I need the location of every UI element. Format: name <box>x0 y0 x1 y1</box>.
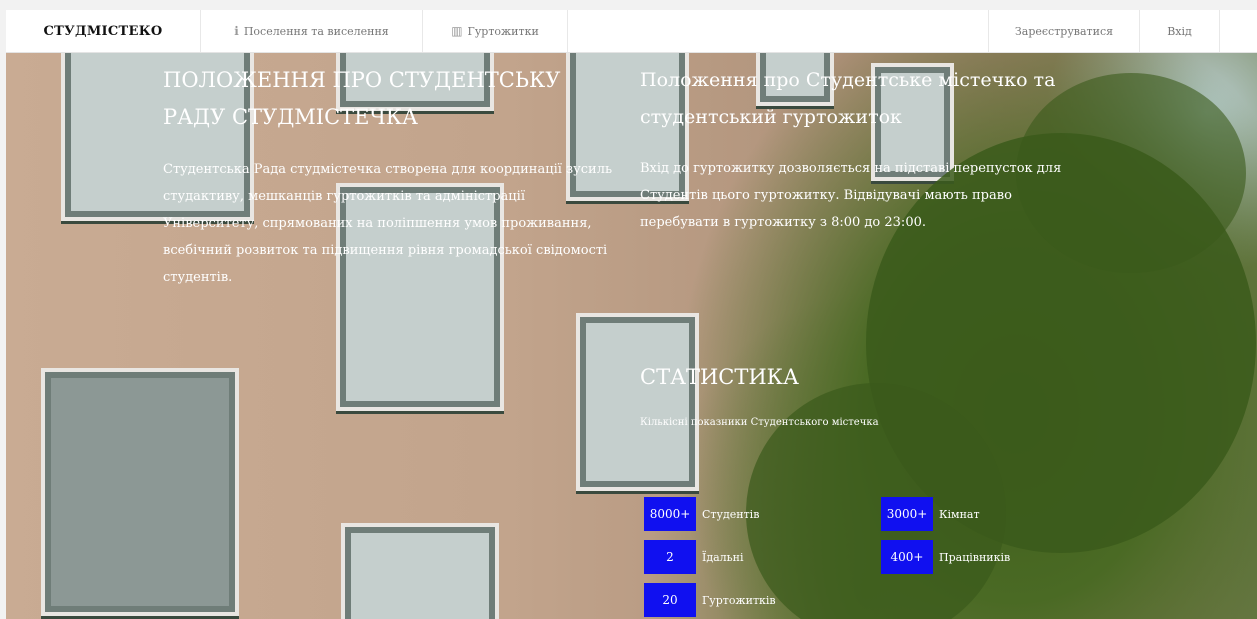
stat-staff-label: Працівників <box>939 550 1011 564</box>
login-link[interactable]: Вхід <box>1140 10 1220 52</box>
background-window <box>576 313 699 491</box>
stat-dormitories-value: 20 <box>644 583 696 617</box>
stat-staff-value: 400+ <box>881 540 933 574</box>
stat-rooms-value: 3000+ <box>881 497 933 531</box>
campus-rules-title: Положення про Студентське містечко та ст… <box>640 69 1056 128</box>
stat-dormitories-label: Гуртожитків <box>702 593 776 607</box>
stat-staff: 400+ Працівників <box>881 540 1010 574</box>
nav-item-settlement-label: Поселення та виселення <box>243 24 389 38</box>
stats-subtitle: Кількісні показники Студентського містеч… <box>640 417 879 428</box>
register-link[interactable]: Зареєструватися <box>988 10 1140 52</box>
stats-title: СТАТИСТИКА <box>640 365 799 389</box>
stat-students-value: 8000+ <box>644 497 696 531</box>
student-council-text: Студентська Рада студмістечка створена д… <box>163 162 613 285</box>
nav-item-settlement[interactable]: ℹ Поселення та виселення <box>201 10 423 52</box>
brand-logo[interactable]: СТУДМІСТЕКО <box>6 10 201 52</box>
nav-item-dormitories-label: Гуртожитки <box>467 24 539 38</box>
stat-canteens: 2 Їдальні <box>644 540 744 574</box>
top-navbar: СТУДМІСТЕКО ℹ Поселення та виселення ▥ Г… <box>6 10 1257 53</box>
stat-canteens-value: 2 <box>644 540 696 574</box>
student-council-title: ПОЛОЖЕННЯ ПРО СТУДЕНТСЬКУ РАДУ СТУДМІСТЕ… <box>163 68 561 129</box>
background-window <box>341 523 499 619</box>
campus-rules-text: Вхід до гуртожитку дозволяється на підст… <box>640 161 1062 230</box>
nav-item-dormitories[interactable]: ▥ Гуртожитки <box>423 10 568 52</box>
info-icon: ℹ <box>234 24 239 38</box>
stat-canteens-label: Їдальні <box>702 550 744 564</box>
stat-dormitories: 20 Гуртожитків <box>644 583 776 617</box>
building-icon: ▥ <box>451 24 463 38</box>
stat-students-label: Студентів <box>702 507 760 521</box>
stat-students: 8000+ Студентів <box>644 497 759 531</box>
background-window <box>41 368 239 616</box>
stat-rooms: 3000+ Кімнат <box>881 497 980 531</box>
campus-rules-section: Положення про Студентське містечко та ст… <box>640 62 1080 236</box>
student-council-section: ПОЛОЖЕННЯ ПРО СТУДЕНТСЬКУ РАДУ СТУДМІСТЕ… <box>163 62 613 291</box>
stat-rooms-label: Кімнат <box>939 507 980 521</box>
